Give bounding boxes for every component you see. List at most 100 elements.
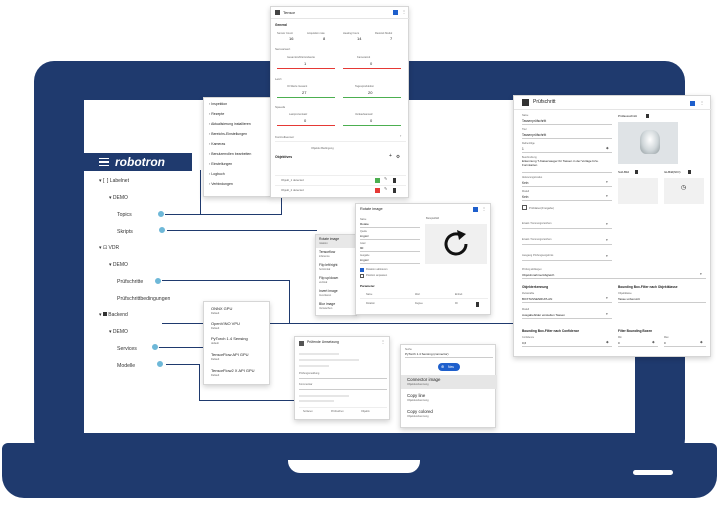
chevron-down-icon[interactable]: ▾ xyxy=(606,296,608,300)
more-icon[interactable]: ⋮ xyxy=(482,206,486,211)
trash-icon[interactable] xyxy=(646,114,649,118)
option-invert[interactable]: Invert image Invertieren xyxy=(316,287,358,300)
stepper-icon[interactable]: ◆ xyxy=(652,340,655,344)
field-title[interactable]: Titel Tassenprüfschritt xyxy=(522,128,612,139)
edit-icon[interactable]: ✎ xyxy=(384,187,387,191)
tree-item-demo-2[interactable]: ▾ DEMO xyxy=(109,262,128,268)
delete-icon[interactable] xyxy=(393,188,396,193)
model-item-openvino[interactable]: OpenVINO VPU Default xyxy=(211,321,269,335)
condition-field-1[interactable]: Prüfungsmeldung xyxy=(299,371,387,379)
more-icon[interactable]: ⋮ xyxy=(381,339,385,344)
stepper-icon[interactable]: ◆ xyxy=(700,340,703,344)
option-flip-ud[interactable]: Flip up/down vertical xyxy=(316,274,358,287)
tree-item-demo[interactable]: ▾ DEMO xyxy=(109,195,128,201)
footer-mark[interactable]: Prüfzeichen xyxy=(331,410,344,414)
checkbox-rotation[interactable]: Rotation aktivieren xyxy=(360,268,440,273)
model-item-onnx[interactable]: ONNX GPU Default xyxy=(211,306,269,320)
connector-header[interactable]: Suche PyTorch 1.4 Sensing (connector) xyxy=(405,348,493,358)
menu-item-aktualisierung[interactable]: ▪ Aktualisierung installieren xyxy=(209,122,251,127)
edit-icon[interactable]: ✎ xyxy=(384,177,387,181)
rotate-field-3[interactable]: Grad 90 xyxy=(360,242,420,252)
tree-item-backend[interactable]: ▾ Backend xyxy=(99,312,128,318)
objective-row-2[interactable]: Objekt_2 detected ✎ xyxy=(275,185,406,193)
select-2[interactable]: Ersatz-Trennungszeichen ▾ xyxy=(522,234,612,245)
trash-icon[interactable] xyxy=(688,170,691,174)
footer-obj[interactable]: Objektiv xyxy=(361,410,370,414)
conf-field[interactable]: Confidence 0,6 ◆ xyxy=(522,336,612,347)
menu-item-inspektion[interactable]: ▪ Inspektion xyxy=(209,102,227,107)
size-max[interactable]: Max 0 ◆ xyxy=(664,336,706,347)
delete-icon[interactable] xyxy=(393,178,396,183)
menu-item-verbindungen[interactable]: ▪ Verbindungen xyxy=(209,182,233,187)
option-tensorflow[interactable]: Tensorflow inference xyxy=(316,248,358,261)
preview-image[interactable] xyxy=(618,122,678,164)
connector-item-copy-line[interactable]: Copy line Objektiverkennung xyxy=(401,391,497,405)
chevron-down-icon[interactable]: ▾ xyxy=(606,254,608,258)
chevron-down-icon[interactable]: ▾ xyxy=(606,180,608,184)
connector-item-copy-colored[interactable]: Copy colored Objektiverkennung xyxy=(401,407,497,421)
tree-item-services[interactable]: Services xyxy=(117,346,137,352)
field-order[interactable]: Reihenfolge 1 ◆ xyxy=(522,142,612,153)
chevron-down-icon[interactable]: ▾ xyxy=(606,312,608,316)
option-flip-lr[interactable]: Flip left/right horizontal xyxy=(316,261,358,274)
settings-icon[interactable]: ⚙ xyxy=(396,154,400,159)
tree-item-labelnet[interactable]: ▾ [ ] Labelnet xyxy=(99,178,129,184)
option-rotate[interactable]: Rotate image rotation xyxy=(316,235,358,248)
tree-item-topics[interactable]: Topics xyxy=(117,212,132,218)
tree-item-pruefschritte[interactable]: Prüfschritte xyxy=(117,279,143,285)
ist-image[interactable]: ◷ xyxy=(664,178,704,204)
obj-field-1[interactable]: Zielvariable BOXTASSENRUPLAN ▾ xyxy=(522,292,612,303)
tree-item-modelle[interactable]: Modelle xyxy=(117,363,135,369)
soll-image[interactable] xyxy=(618,178,658,204)
select-3[interactable]: Ausgang Prüfungsergebnis ▾ xyxy=(522,250,612,261)
objective-row-1[interactable]: Objekt_1 detected ✎ xyxy=(275,175,406,183)
field-activation[interactable]: Aktivierungsmodus Kein ▾ xyxy=(522,176,612,187)
section-control[interactable]: Kontrollsensor › xyxy=(275,134,406,142)
menu-icon[interactable] xyxy=(99,158,109,166)
rotate-field-4[interactable]: Ausgabe imgsrc xyxy=(360,254,420,264)
menu-item-kameras[interactable]: ▪ Kameras xyxy=(209,142,225,147)
select-1[interactable]: Ersatz-Trennungszeichen ▾ xyxy=(522,218,612,229)
menu-item-rezepte[interactable]: ▪ Rezepte xyxy=(209,112,224,117)
params-row[interactable]: Rotation Degree 90 xyxy=(360,302,488,308)
menu-item-logbuch[interactable]: ▪ Logbuch xyxy=(209,172,225,177)
menu-item-einstellungen[interactable]: ▪ Einstellungen xyxy=(209,162,232,167)
more-icon[interactable]: ⋮ xyxy=(700,100,704,105)
option-blur[interactable]: Blur image Verwischen xyxy=(316,300,358,313)
new-button[interactable]: ⊕ Neu xyxy=(438,363,460,371)
save-icon[interactable] xyxy=(393,10,398,15)
select-pruefung[interactable]: Prüfung abhängen Objektivnahme/Abgleich … xyxy=(522,268,706,279)
chevron-down-icon[interactable]: ▾ xyxy=(700,272,702,276)
delete-icon[interactable] xyxy=(476,302,479,307)
menu-item-bereich[interactable]: ▪ Bereichs-Einstellungen xyxy=(209,132,247,137)
save-icon[interactable] xyxy=(473,207,478,212)
model-item-tensorflow[interactable]: TensorFlow API GPU Default xyxy=(211,352,269,366)
field-description[interactable]: Beschreibung Erkennung T-Kaisersauger fü… xyxy=(522,156,612,173)
more-icon[interactable]: ⋮ xyxy=(402,9,406,14)
stepper-icon[interactable]: ◆ xyxy=(606,340,609,344)
checkbox-position[interactable]: Position anpassen xyxy=(360,274,440,279)
checkbox-pruefdaten[interactable]: Prüfdaten(Freigabe) xyxy=(522,205,612,211)
add-icon[interactable]: + xyxy=(389,154,392,159)
menu-item-benutzerrollen[interactable]: ▪ Benutzerrollen bearbeiten xyxy=(209,152,251,157)
size-min[interactable]: Min 0 ◆ xyxy=(618,336,658,347)
field-name[interactable]: Name Tassenprüfschritt xyxy=(522,114,612,125)
field-model[interactable]: Modell Kein ▾ xyxy=(522,190,612,201)
chevron-down-icon[interactable]: ▾ xyxy=(606,194,608,198)
rotate-field-1[interactable]: Name Rotate xyxy=(360,218,420,228)
chevron-down-icon[interactable]: ▾ xyxy=(606,238,608,242)
thr-field[interactable]: Objektklasse Tasse unbenutzt xyxy=(618,292,706,303)
stepper-icon[interactable]: ◆ xyxy=(606,146,609,150)
save-icon[interactable] xyxy=(690,101,695,106)
footer-sort[interactable]: Sortieren xyxy=(303,410,313,414)
rotate-field-2[interactable]: Quelle imgsrc xyxy=(360,230,420,240)
tree-item-demo-3[interactable]: ▾ DEMO xyxy=(109,329,128,335)
tree-item-skripts[interactable]: Skripts xyxy=(117,229,133,235)
model-item-pytorch[interactable]: PyTorch 1.4 Sensing default xyxy=(211,336,269,350)
obj-field-2[interactable]: Modell Ausgabebilder einstellen Tassen ▾ xyxy=(522,308,612,319)
trash-icon[interactable] xyxy=(635,170,638,174)
condition-field-2[interactable]: Kommentar xyxy=(299,382,387,390)
model-item-tensorflow2[interactable]: TensorFlow2 X API GPU Default xyxy=(211,368,269,382)
connector-item-image[interactable]: Connector image Objektiverkennung xyxy=(401,375,497,389)
tree-item-vdr[interactable]: ▾ ⊡ VDR xyxy=(99,245,119,251)
